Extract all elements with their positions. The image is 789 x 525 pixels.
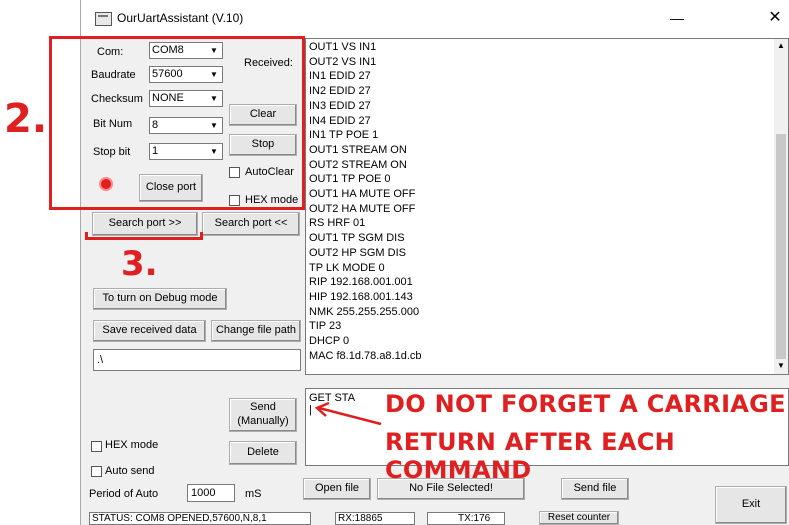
file-path-field[interactable]: .\ [93, 349, 301, 371]
rx-counter: RX:18865 [335, 512, 415, 525]
app-icon [95, 12, 112, 26]
received-line: OUT2 VS IN1 [309, 55, 377, 68]
close-button[interactable]: ✕ [761, 8, 789, 28]
exit-button[interactable]: Exit [715, 486, 787, 524]
arrow-left-icon [314, 401, 382, 426]
period-unit: mS [245, 488, 262, 500]
received-scrollbar[interactable]: ▲ ▼ [774, 39, 788, 374]
search-port-back-button[interactable]: Search port << [202, 212, 300, 236]
received-line: TP LK MODE 0 [309, 261, 385, 274]
received-line: OUT1 TP POE 0 [309, 173, 391, 186]
reset-counter-button[interactable]: Reset counter [539, 511, 619, 525]
carriage-return-note-line2: RETURN AFTER EACH COMMAND [385, 428, 675, 484]
scrollbar-thumb[interactable] [776, 134, 786, 359]
status-text: STATUS: COM8 OPENED,57600,N,8,1 [89, 512, 311, 525]
received-line: HIP 192.168.001.143 [309, 290, 413, 303]
received-line: OUT2 STREAM ON [309, 158, 407, 171]
received-line: OUT1 STREAM ON [309, 143, 407, 156]
step-3-highlight-box [85, 232, 203, 240]
received-line: OUT2 HP SGM DIS [309, 246, 406, 259]
received-line: IN3 EDID 27 [309, 99, 371, 112]
received-line: IN1 TP POE 1 [309, 129, 379, 142]
send-hexmode-checkbox[interactable] [91, 441, 102, 452]
received-line: OUT1 TP SGM DIS [309, 232, 405, 245]
step-3-annotation: 3. [121, 244, 158, 284]
received-line: IN2 EDID 27 [309, 85, 371, 98]
tx-counter: TX:176 [427, 512, 505, 525]
received-line: OUT1 VS IN1 [309, 41, 377, 53]
scroll-down-icon[interactable]: ▼ [777, 361, 785, 370]
autosend-checkbox[interactable] [91, 466, 102, 477]
step-2-highlight-box [49, 36, 305, 210]
scroll-up-icon[interactable]: ▲ [777, 41, 785, 50]
received-line: OUT1 HA MUTE OFF [309, 188, 416, 200]
received-line: RIP 192.168.001.001 [309, 276, 413, 289]
step-2-annotation: 2. [4, 96, 48, 142]
received-line: DHCP 0 [309, 335, 350, 347]
received-line: MAC f8.1d.78.a8.1d.cb [309, 349, 422, 362]
delete-button[interactable]: Delete [229, 441, 297, 465]
received-line: RS HRF 01 [309, 217, 366, 230]
carriage-return-note-line1: DO NOT FORGET A CARRIAGE [385, 390, 786, 418]
open-file-button[interactable]: Open file [303, 478, 371, 500]
period-label: Period of Auto [89, 488, 159, 500]
send-hexmode-label: HEX mode [105, 439, 159, 451]
save-received-button[interactable]: Save received data [93, 320, 206, 342]
app-window: OurUartAssistant (V.10) — ✕ Com: COM8 ▼ B… [49, 0, 789, 525]
period-input[interactable]: 1000 [187, 484, 235, 502]
received-text-area[interactable]: OUT1 VS IN1 OUT2 VS IN1 IN1 EDID 27 IN2 EDI… [305, 38, 789, 375]
debug-mode-button[interactable]: To turn on Debug mode [93, 288, 227, 310]
title-bar: OurUartAssistant (V.10) — ✕ [81, 0, 789, 38]
received-line: OUT2 HA MUTE OFF [309, 202, 416, 215]
send-manually-button[interactable]: Send (Manually) [229, 398, 297, 432]
minimize-button[interactable]: — [663, 8, 691, 28]
received-line: IN1 EDID 27 [309, 70, 371, 83]
received-line: NMK 255.255.255.000 [309, 305, 420, 318]
received-line: TIP 23 [309, 320, 342, 333]
text-cursor: | [309, 404, 312, 416]
received-line: IN4 EDID 27 [309, 114, 371, 127]
window-title: OurUartAssistant (V.10) [117, 11, 244, 25]
change-file-path-button[interactable]: Change file path [211, 320, 301, 342]
autosend-label: Auto send [105, 465, 155, 477]
